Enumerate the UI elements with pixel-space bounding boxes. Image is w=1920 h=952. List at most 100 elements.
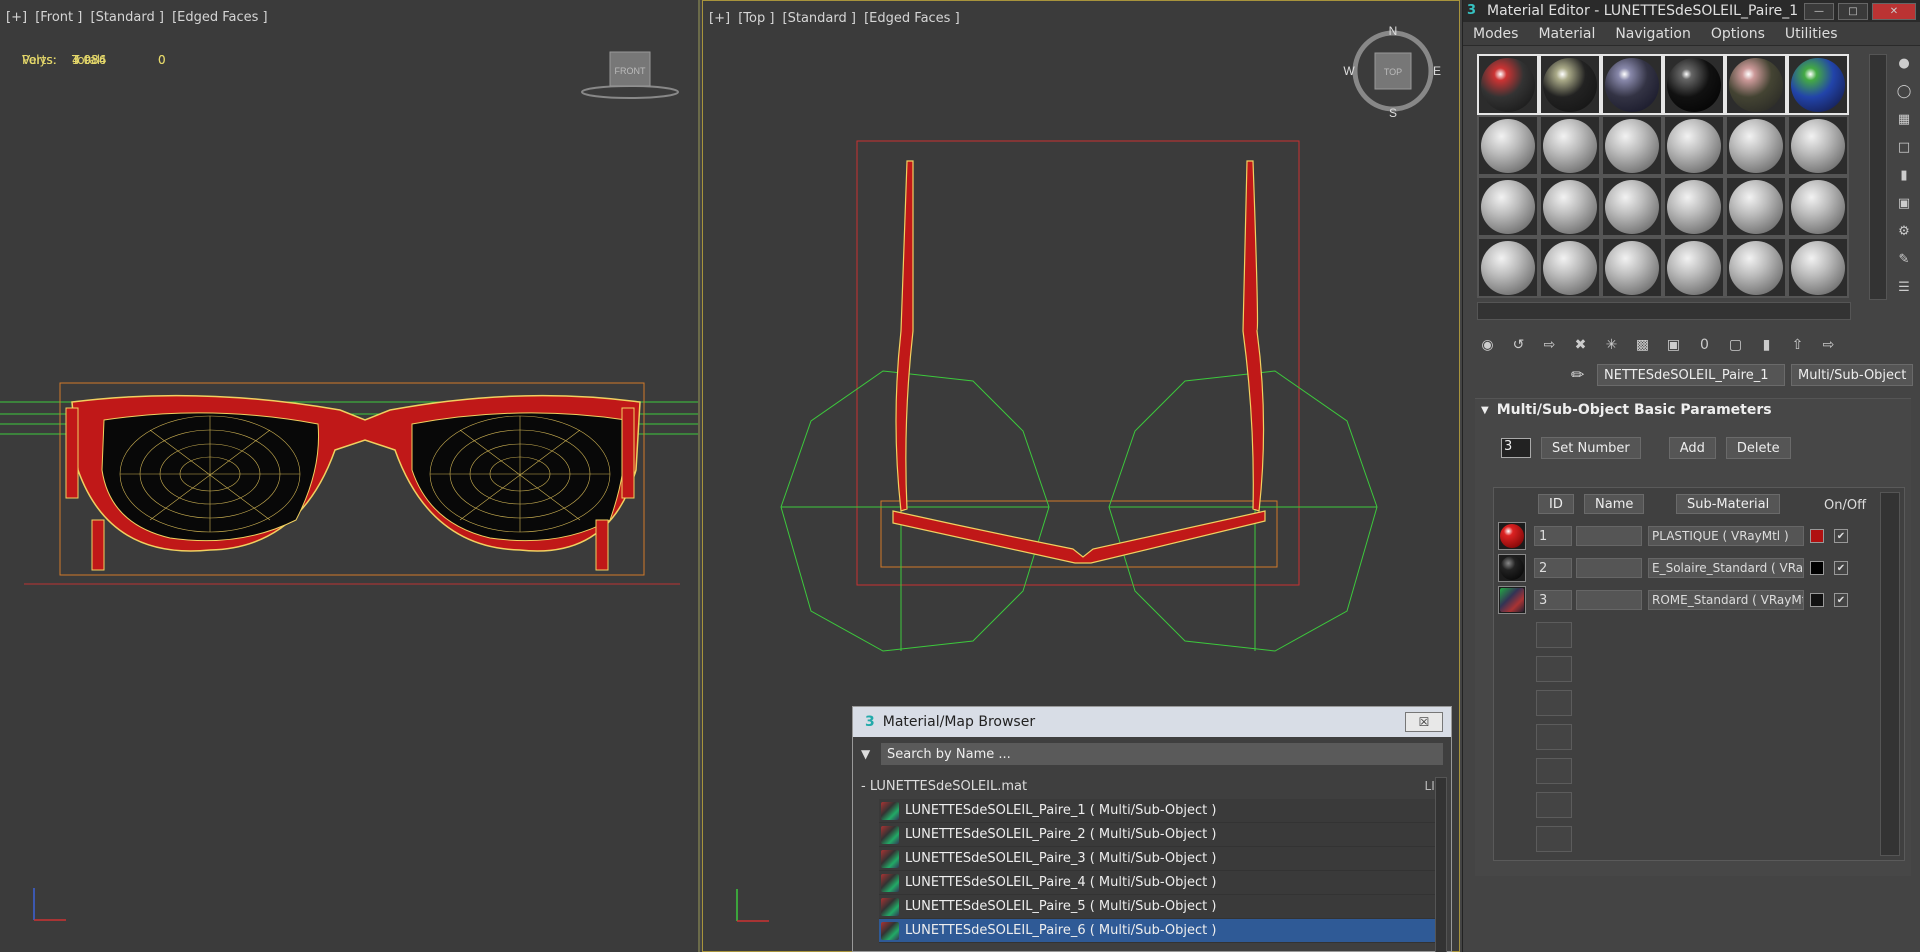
browser-close-button[interactable]: ☒ bbox=[1405, 712, 1443, 732]
material-slot[interactable] bbox=[1601, 237, 1663, 298]
sunglasses-front-model[interactable] bbox=[65, 394, 641, 571]
material-slot[interactable] bbox=[1477, 54, 1539, 115]
make-preview-icon[interactable]: ▣ bbox=[1895, 194, 1913, 212]
submaterial-id[interactable]: 2 bbox=[1534, 558, 1572, 578]
background-icon[interactable]: ▦ bbox=[1895, 110, 1913, 128]
material-slot[interactable] bbox=[1725, 237, 1787, 298]
slots-horizontal-scrollbar[interactable] bbox=[1477, 302, 1851, 320]
material-navigator-icon[interactable]: ☰ bbox=[1895, 278, 1913, 296]
material-slot[interactable] bbox=[1477, 237, 1539, 298]
show-end-result-icon[interactable]: ▮ bbox=[1756, 334, 1777, 355]
material-editor-window[interactable]: 3 Material Editor - LUNETTESdeSOLEIL_Pai… bbox=[1462, 0, 1920, 952]
viewcube-top[interactable]: TOP N S E W bbox=[1343, 24, 1441, 120]
rollout-header[interactable]: ▼ Multi/Sub-Object Basic Parameters bbox=[1475, 399, 1911, 421]
go-forward-icon[interactable]: ⇨ bbox=[1818, 334, 1839, 355]
material-slot[interactable] bbox=[1601, 115, 1663, 176]
submaterial-id[interactable]: 3 bbox=[1534, 590, 1572, 610]
list-item[interactable]: LUNETTESdeSOLEIL_Paire_1 ( Multi/Sub-Obj… bbox=[879, 799, 1443, 823]
menu-material[interactable]: Material bbox=[1528, 26, 1605, 42]
go-to-parent-icon[interactable]: ⇧ bbox=[1787, 334, 1808, 355]
submaterial-button[interactable]: PLASTIQUE ( VRayMtl ) bbox=[1648, 526, 1804, 546]
collapse-arrow-icon[interactable]: ▼ bbox=[1481, 405, 1489, 416]
material-slot[interactable] bbox=[1477, 115, 1539, 176]
submaterial-button[interactable]: ROME_Standard ( VRayMtl bbox=[1648, 590, 1804, 610]
material-type-button[interactable]: Multi/Sub-Object bbox=[1791, 364, 1914, 386]
material-slot[interactable] bbox=[1663, 237, 1725, 298]
material-editor-titlebar[interactable]: 3 Material Editor - LUNETTESdeSOLEIL_Pai… bbox=[1463, 0, 1920, 22]
submaterial-swatch[interactable] bbox=[1498, 586, 1526, 614]
put-to-library-icon[interactable]: ▩ bbox=[1632, 334, 1653, 355]
make-unique-icon[interactable]: ✳ bbox=[1601, 334, 1622, 355]
get-material-icon[interactable]: ◉ bbox=[1477, 334, 1498, 355]
submaterial-onoff-checkbox[interactable]: ✔ bbox=[1834, 529, 1848, 543]
assign-to-selection-icon[interactable]: ⇨ bbox=[1539, 334, 1560, 355]
table-scrollbar[interactable] bbox=[1880, 492, 1900, 856]
material-slot[interactable] bbox=[1787, 54, 1849, 115]
options-icon[interactable]: ⚙ bbox=[1895, 222, 1913, 240]
material-id-channel-icon[interactable]: 0 bbox=[1694, 334, 1715, 355]
material-slot[interactable] bbox=[1787, 115, 1849, 176]
sunglasses-top-model[interactable] bbox=[892, 160, 1266, 564]
material-slot[interactable] bbox=[1601, 54, 1663, 115]
select-by-material-icon[interactable]: ✎ bbox=[1895, 250, 1913, 268]
material-slot[interactable] bbox=[1601, 176, 1663, 237]
submaterial-onoff-checkbox[interactable]: ✔ bbox=[1834, 593, 1848, 607]
sample-type-icon[interactable]: ● bbox=[1895, 54, 1913, 72]
options-dropdown-icon[interactable]: ▼ bbox=[861, 747, 881, 761]
video-color-check-icon[interactable]: ▮ bbox=[1895, 166, 1913, 184]
material-slot[interactable] bbox=[1539, 115, 1601, 176]
material-slot[interactable] bbox=[1539, 237, 1601, 298]
minimize-button[interactable]: — bbox=[1804, 2, 1834, 20]
sort-by-id-button[interactable]: ID bbox=[1538, 494, 1574, 514]
material-slot[interactable] bbox=[1477, 176, 1539, 237]
sub-material-count-input[interactable]: 3 bbox=[1501, 438, 1531, 458]
uv-tiling-icon[interactable]: □ bbox=[1895, 138, 1913, 156]
material-slot[interactable] bbox=[1663, 115, 1725, 176]
menu-utilities[interactable]: Utilities bbox=[1775, 26, 1848, 42]
submaterial-name[interactable] bbox=[1576, 590, 1642, 610]
sort-by-submaterial-button[interactable]: Sub-Material bbox=[1676, 494, 1781, 514]
delete-button[interactable]: Delete bbox=[1725, 437, 1791, 459]
viewcube-front[interactable]: FRONT bbox=[581, 51, 679, 99]
submaterial-swatch[interactable] bbox=[1498, 554, 1526, 582]
delete-icon[interactable]: ✖ bbox=[1570, 334, 1591, 355]
material-slot[interactable] bbox=[1539, 54, 1601, 115]
material-slot[interactable] bbox=[1787, 237, 1849, 298]
maximize-button[interactable]: □ bbox=[1838, 2, 1868, 20]
material-slot[interactable] bbox=[1663, 54, 1725, 115]
submaterial-id[interactable]: 1 bbox=[1534, 526, 1572, 546]
add-button[interactable]: Add bbox=[1668, 437, 1716, 459]
put-to-scene-icon[interactable]: ↺ bbox=[1508, 334, 1529, 355]
backlight-icon[interactable]: ◯ bbox=[1895, 82, 1913, 100]
material-map-browser[interactable]: 3 Material/Map Browser ☒ ▼ Search by Nam… bbox=[852, 706, 1452, 952]
save-icon[interactable]: ▣ bbox=[1663, 334, 1684, 355]
list-item[interactable]: LUNETTESdeSOLEIL_Paire_2 ( Multi/Sub-Obj… bbox=[879, 823, 1443, 847]
menu-options[interactable]: Options bbox=[1701, 26, 1775, 42]
material-name-field[interactable]: NETTESdeSOLEIL_Paire_1 bbox=[1597, 364, 1785, 386]
list-item[interactable]: LUNETTESdeSOLEIL_Paire_3 ( Multi/Sub-Obj… bbox=[879, 847, 1443, 871]
menu-navigation[interactable]: Navigation bbox=[1605, 26, 1701, 42]
list-item[interactable]: LUNETTESdeSOLEIL_Paire_5 ( Multi/Sub-Obj… bbox=[879, 895, 1443, 919]
material-slot[interactable] bbox=[1725, 176, 1787, 237]
front-viewport[interactable]: [+] [Front ] [Standard ] [Edged Faces ] … bbox=[0, 0, 700, 952]
submaterial-color[interactable] bbox=[1810, 561, 1824, 575]
slots-vertical-scrollbar[interactable] bbox=[1869, 54, 1887, 300]
browser-scrollbar[interactable] bbox=[1435, 777, 1447, 952]
show-map-icon[interactable]: ▢ bbox=[1725, 334, 1746, 355]
browser-titlebar[interactable]: 3 Material/Map Browser ☒ bbox=[853, 707, 1451, 737]
material-slot[interactable] bbox=[1539, 176, 1601, 237]
library-group-header[interactable]: - LUNETTESdeSOLEIL.mat LIB bbox=[861, 775, 1443, 797]
submaterial-name[interactable] bbox=[1576, 558, 1642, 578]
material-slot[interactable] bbox=[1725, 115, 1787, 176]
submaterial-button[interactable]: E_Solaire_Standard ( VRay bbox=[1648, 558, 1804, 578]
close-button[interactable]: ✕ bbox=[1872, 2, 1916, 20]
menu-modes[interactable]: Modes bbox=[1463, 26, 1528, 42]
sort-by-name-button[interactable]: Name bbox=[1584, 494, 1645, 514]
submaterial-name[interactable] bbox=[1576, 526, 1642, 546]
material-slot[interactable] bbox=[1663, 176, 1725, 237]
list-item[interactable]: LUNETTESdeSOLEIL_Paire_4 ( Multi/Sub-Obj… bbox=[879, 871, 1443, 895]
material-slot[interactable] bbox=[1787, 176, 1849, 237]
submaterial-onoff-checkbox[interactable]: ✔ bbox=[1834, 561, 1848, 575]
eyedropper-icon[interactable]: ✏ bbox=[1571, 365, 1591, 385]
submaterial-swatch[interactable] bbox=[1498, 522, 1526, 550]
